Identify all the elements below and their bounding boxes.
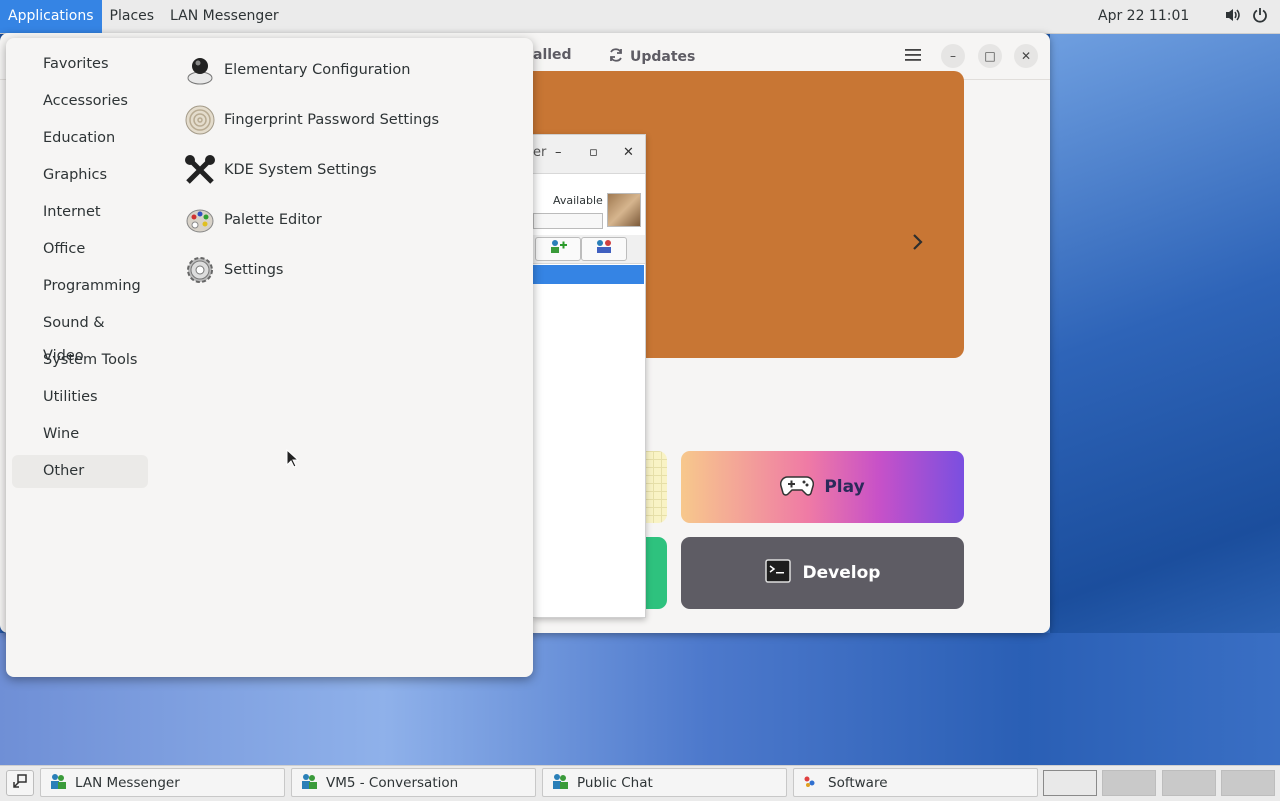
category-wine[interactable]: Wine <box>12 418 148 451</box>
play-category-button[interactable]: Play <box>681 451 964 523</box>
app-elementary-configuration[interactable]: Elementary Configuration <box>184 50 410 90</box>
category-favorites[interactable]: Favorites <box>12 48 148 81</box>
develop-category-button[interactable]: Develop <box>681 537 964 609</box>
selected-contact-row[interactable] <box>533 265 644 284</box>
tools-icon <box>184 154 216 186</box>
fingerprint-icon <box>184 104 216 136</box>
task-label: LAN Messenger <box>75 774 180 791</box>
show-desktop-button[interactable] <box>6 770 34 796</box>
task-lan-messenger[interactable]: LAN Messenger <box>40 768 285 797</box>
lan-messenger-icon <box>300 772 318 794</box>
broadcast-button[interactable] <box>581 237 627 261</box>
lan-messenger-window: er – ▫ ✕ Available <box>533 134 646 618</box>
software-icon <box>802 772 820 794</box>
status-message-input[interactable] <box>533 213 603 229</box>
workspace-1[interactable] <box>1043 770 1097 796</box>
category-accessories[interactable]: Accessories <box>12 85 148 118</box>
workspace-3[interactable] <box>1162 770 1216 796</box>
task-label: Public Chat <box>577 774 653 791</box>
category-graphics[interactable]: Graphics <box>12 159 148 192</box>
places-menu-button[interactable]: Places <box>102 0 163 33</box>
category-other[interactable]: Other <box>12 455 148 488</box>
category-sound-video[interactable]: Sound & Video <box>12 307 148 364</box>
category-system-tools[interactable]: System Tools <box>12 344 148 377</box>
minimize-button[interactable]: – <box>555 145 562 160</box>
category-tile-work[interactable] <box>645 537 667 609</box>
minimize-button[interactable]: – <box>941 44 965 68</box>
workspace-2[interactable] <box>1102 770 1156 796</box>
app-fingerprint-password-settings[interactable]: Fingerprint Password Settings <box>184 100 439 140</box>
group-icon <box>594 240 614 257</box>
lan-messenger-launcher[interactable]: LAN Messenger <box>162 0 287 33</box>
hamburger-menu-icon[interactable] <box>904 47 922 67</box>
maximize-button[interactable]: □ <box>978 44 1002 68</box>
add-contact-button[interactable] <box>535 237 581 261</box>
develop-label: Develop <box>802 563 881 583</box>
bottom-panel: LAN Messenger VM5 - Conversation Public … <box>0 765 1280 801</box>
show-desktop-icon <box>12 773 28 793</box>
close-button[interactable]: ✕ <box>1014 44 1038 68</box>
workspace-4[interactable] <box>1221 770 1275 796</box>
play-label: Play <box>824 477 865 497</box>
status-label[interactable]: Available <box>553 194 603 207</box>
app-label: Settings <box>224 262 284 278</box>
category-tile-create[interactable] <box>645 451 667 523</box>
applications-menu-button[interactable]: Applications <box>0 0 102 33</box>
category-office[interactable]: Office <box>12 233 148 266</box>
tab-updates-label: Updates <box>630 49 696 65</box>
app-kde-system-settings[interactable]: KDE System Settings <box>184 150 377 190</box>
applications-menu: Favorites Accessories Education Graphics… <box>6 38 533 677</box>
lan-messenger-icon <box>551 772 569 794</box>
app-settings[interactable]: Settings <box>184 250 283 290</box>
avatar[interactable] <box>607 193 641 227</box>
app-label: KDE System Settings <box>224 162 377 178</box>
gamepad-icon <box>780 473 815 502</box>
lan-messenger-titlebar: er – ▫ ✕ <box>533 135 645 174</box>
system-tray <box>1224 0 1268 33</box>
terminal-icon <box>764 558 791 588</box>
category-education[interactable]: Education <box>12 122 148 155</box>
task-public-chat[interactable]: Public Chat <box>542 768 787 797</box>
app-label: Elementary Configuration <box>224 62 411 78</box>
add-user-icon <box>548 240 568 257</box>
clock[interactable]: Apr 22 11:01 <box>1098 0 1189 33</box>
palette-icon <box>184 204 216 236</box>
app-palette-editor[interactable]: Palette Editor <box>184 200 322 240</box>
app-label: Fingerprint Password Settings <box>224 112 440 128</box>
refresh-icon <box>608 47 624 67</box>
tab-installed[interactable]: alled <box>533 47 572 63</box>
category-utilities[interactable]: Utilities <box>12 381 148 414</box>
tab-updates[interactable]: Updates <box>608 47 695 67</box>
window-title: er <box>533 145 547 160</box>
category-internet[interactable]: Internet <box>12 196 148 229</box>
elementary-config-icon <box>184 54 216 86</box>
volume-icon[interactable] <box>1224 7 1242 27</box>
task-software[interactable]: Software <box>793 768 1038 797</box>
power-icon[interactable] <box>1252 7 1268 27</box>
app-label: Palette Editor <box>224 212 322 228</box>
category-programming[interactable]: Programming <box>12 270 148 303</box>
lan-messenger-icon <box>49 772 67 794</box>
task-label: Software <box>828 774 888 791</box>
chevron-right-icon[interactable] <box>912 232 924 257</box>
mouse-cursor <box>286 448 300 473</box>
gear-icon <box>184 254 216 286</box>
task-vm5-conversation[interactable]: VM5 - Conversation <box>291 768 536 797</box>
close-button[interactable]: ✕ <box>623 145 634 160</box>
task-label: VM5 - Conversation <box>326 774 459 791</box>
lan-toolbar <box>533 235 645 264</box>
maximize-button[interactable]: ▫ <box>589 145 598 160</box>
top-panel: Applications Places LAN Messenger Apr 22… <box>0 0 1280 34</box>
